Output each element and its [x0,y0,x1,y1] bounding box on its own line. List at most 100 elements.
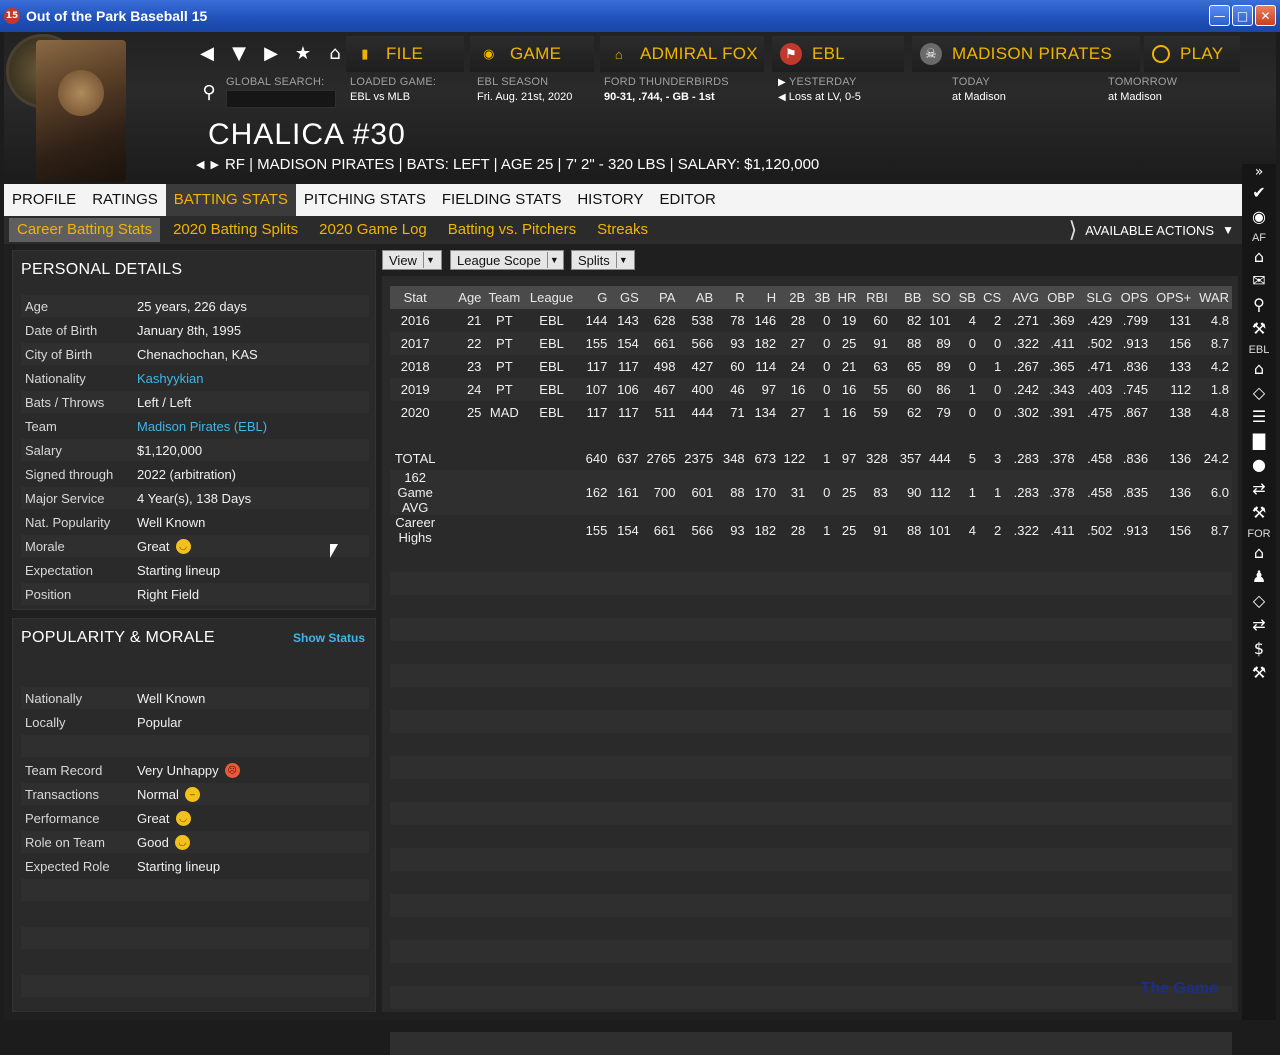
checkmark-icon[interactable]: ✔ [1242,180,1276,204]
detail-value-text[interactable]: Kashyykian [137,371,203,386]
dropdown-arrow-icon[interactable]: ▼ [228,43,250,65]
menu-admiral-fox[interactable]: ⌂ ADMIRAL FOX [600,36,764,72]
close-button[interactable]: ✕ [1255,5,1276,26]
column-header[interactable]: Team [484,286,525,309]
list-icon[interactable]: ☰ [1242,404,1276,428]
globe-icon[interactable]: ◉ [1242,204,1276,228]
column-header[interactable]: SB [953,286,979,309]
wrench-icon[interactable]: ⚒ [1242,316,1276,340]
back-arrow-icon[interactable]: ◀ [196,43,218,65]
player-icon[interactable]: ♟ [1242,564,1276,588]
table-cell: 511 [654,405,676,420]
home-icon[interactable]: ⌂ [1242,244,1276,268]
diamond-icon[interactable]: ◇ [1242,380,1276,404]
view-dropdown[interactable]: View ▼ [382,250,442,270]
tab-pitching-stats[interactable]: PITCHING STATS [296,184,434,216]
detail-value[interactable]: Kashyykian [137,371,203,386]
maximize-button[interactable]: □ [1232,5,1253,26]
wrench-icon[interactable]: ⚒ [1242,660,1276,684]
table-cell: .283 [1013,451,1039,466]
detail-value[interactable]: Madison Pirates (EBL) [137,419,267,434]
home-icon[interactable]: ⌂ [1242,540,1276,564]
splits-dropdown[interactable]: Splits ▼ [571,250,635,270]
table-cell: 400 [678,378,717,401]
tab-profile[interactable]: PROFILE [4,184,84,216]
column-header[interactable]: H [747,286,780,309]
tab-history[interactable]: HISTORY [569,184,651,216]
column-header[interactable]: SLG [1077,286,1116,309]
column-header[interactable]: Stat [390,286,441,309]
expand-chevron-icon[interactable]: » [1242,164,1276,180]
forward-arrow-icon[interactable]: ▶ [260,43,282,65]
column-header[interactable]: 2B [779,286,809,309]
column-header[interactable]: WAR [1194,286,1232,309]
column-header[interactable]: PA [641,286,679,309]
search-icon[interactable]: ⚲ [198,82,220,104]
column-header[interactable]: CS [978,286,1005,309]
home-icon[interactable]: ⌂ [1242,356,1276,380]
home-icon[interactable]: ⌂ [324,43,346,65]
wrench-icon[interactable]: ⚒ [1242,500,1276,524]
column-header[interactable]: OBP [1041,286,1078,309]
show-status-link[interactable]: Show Status [293,631,365,645]
tomorrow-info[interactable]: TOMORROW at Madison [1108,76,1177,103]
league-scope-dropdown[interactable]: League Scope ▼ [450,250,564,270]
previous-player-icon[interactable]: ◀ [196,158,204,171]
column-header[interactable]: OPS+ [1151,286,1195,309]
column-header[interactable]: GS [610,286,642,309]
subtab-streaks[interactable]: Streaks [589,218,656,242]
tab-editor[interactable]: EDITOR [651,184,723,216]
search-icon[interactable]: ⚲ [1242,292,1276,316]
column-header[interactable]: G [578,286,611,309]
subtab-2020-game-log[interactable]: 2020 Game Log [311,218,435,242]
tab-ratings[interactable]: RATINGS [84,184,166,216]
today-info[interactable]: TODAY at Madison [952,76,1006,103]
column-header[interactable]: Age [440,286,485,309]
menu-play[interactable]: PLAY [1144,36,1240,72]
column-header[interactable]: RBI [859,286,891,309]
minimize-button[interactable]: — [1209,5,1230,26]
available-actions-button[interactable]: ⟩ AVAILABLE ACTIONS ▼ [1069,216,1234,244]
menu-file[interactable]: ▮ FILE [346,36,464,72]
next-player-icon[interactable]: ▶ [210,158,218,171]
global-search-input[interactable] [226,90,336,108]
table-cell: 0 [808,378,834,401]
column-header[interactable]: 3B [808,286,834,309]
diamond-icon[interactable]: ◇ [1242,588,1276,612]
column-header[interactable]: R [716,286,748,309]
detail-value-text[interactable]: Madison Pirates (EBL) [137,419,267,434]
menu-ebl[interactable]: ⚑ EBL [772,36,904,72]
table-cell: 5 [968,451,976,466]
column-header[interactable]: League [524,286,579,309]
subtab-batting-vs-pitchers[interactable]: Batting vs. Pitchers [440,218,584,242]
baseball-icon[interactable]: ● [1242,452,1276,476]
table-cell: .411 [1041,332,1078,355]
column-header[interactable]: SO [924,286,954,309]
table-cell: EBL [524,378,579,401]
table-cell: 31 [779,470,809,515]
table-cell: 78 [730,313,745,328]
menu-game[interactable]: ◉ GAME [470,36,594,72]
subtab-career-batting-stats[interactable]: Career Batting Stats [9,218,161,242]
column-header[interactable]: HR [833,286,860,309]
tab-fielding-stats[interactable]: FIELDING STATS [434,184,569,216]
detail-value: Normal – [137,786,200,802]
dollar-icon[interactable]: $ [1242,636,1276,660]
column-header[interactable]: BB [890,286,925,309]
document-icon: ▮ [361,46,369,61]
yesterday-info[interactable]: ▶ YESTERDAY ◀ Loss at LV, 0-5 [778,76,861,103]
table-cell: 28 [790,522,806,538]
column-header[interactable]: AVG [1004,286,1042,309]
transfer-icon[interactable]: ⇄ [1242,476,1276,500]
career-batting-table: Stat Age Team League G GS PA AB R H 2B 3B HR RBI BB SO S… [390,286,1232,545]
tab-batting-stats[interactable]: BATTING STATS [165,184,296,216]
menu-madison-pirates[interactable]: ☠ MADISON PIRATES [912,36,1140,72]
column-header[interactable]: AB [678,286,717,309]
column-header[interactable]: OPS [1115,286,1152,309]
transfer-icon[interactable]: ⇄ [1242,612,1276,636]
star-icon[interactable]: ★ [292,43,314,65]
bar-chart-icon[interactable]: ▇ [1242,428,1276,452]
subtab-2020-batting-splits[interactable]: 2020 Batting Splits [165,218,306,242]
mail-icon[interactable]: ✉ [1242,268,1276,292]
empty-row [390,756,1232,779]
